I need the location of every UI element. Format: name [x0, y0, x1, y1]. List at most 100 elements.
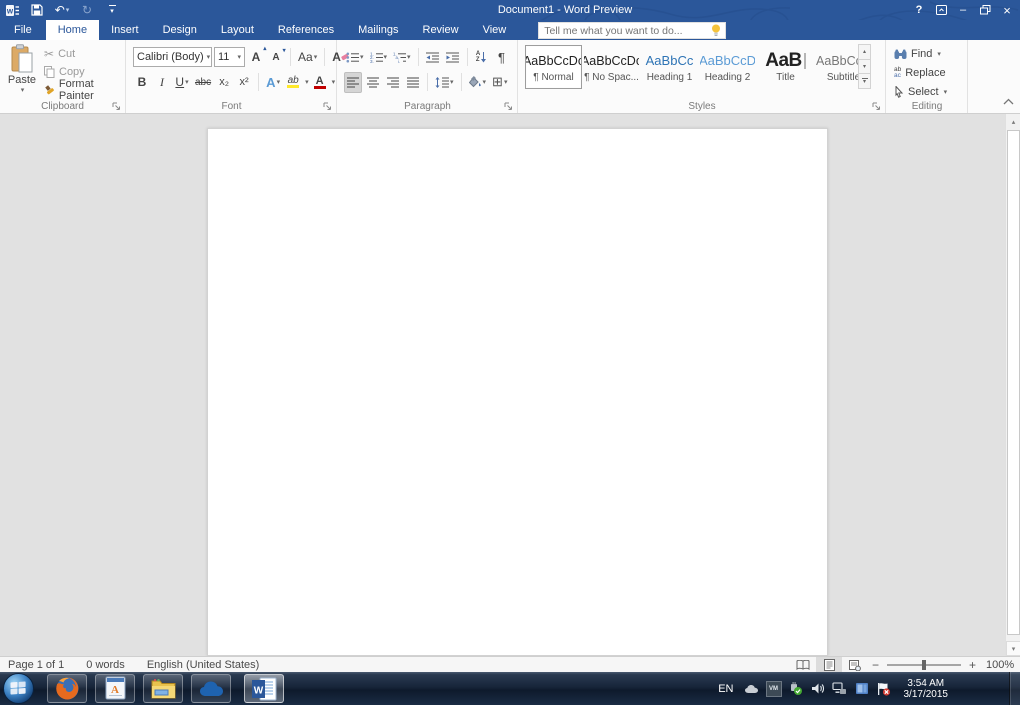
tray-network-icon[interactable]	[832, 681, 848, 697]
numbering-caret[interactable]: ▾	[384, 53, 388, 61]
multilevel-caret[interactable]: ▾	[407, 53, 411, 61]
zoom-slider-handle[interactable]	[922, 660, 926, 670]
minimize-button[interactable]: –	[952, 1, 974, 19]
sort-button[interactable]: AZ	[473, 47, 491, 68]
tray-vm-icon[interactable]: VM	[766, 681, 782, 697]
bullets-button[interactable]: ▾	[344, 47, 366, 68]
word-count[interactable]: 0 words	[86, 659, 125, 671]
tray-volume-icon[interactable]	[810, 681, 826, 697]
tray-onedrive-icon[interactable]	[744, 681, 760, 697]
replace-button[interactable]: abac Replace	[894, 64, 947, 82]
font-dialog-launcher[interactable]	[322, 101, 332, 111]
find-button[interactable]: Find ▾	[894, 45, 947, 63]
align-center-button[interactable]	[364, 72, 382, 93]
save-icon[interactable]	[29, 1, 45, 19]
subscript-button[interactable]: x₂	[215, 72, 233, 93]
superscript-button[interactable]: x²	[235, 72, 253, 93]
bold-button[interactable]: B	[133, 72, 151, 93]
taskbar-word-button[interactable]: W	[244, 674, 284, 703]
restore-button[interactable]	[974, 1, 996, 19]
print-layout-button[interactable]	[816, 657, 842, 672]
show-desktop-button[interactable]	[1009, 672, 1020, 705]
gallery-scroll-down-button[interactable]: ▾	[858, 59, 871, 75]
cut-button[interactable]: ✂ Cut	[44, 45, 125, 62]
highlight-color-button[interactable]: ab	[284, 72, 302, 93]
select-button[interactable]: Select ▾	[894, 83, 947, 101]
tray-safely-remove-hardware-icon[interactable]	[788, 681, 804, 697]
tell-me-input[interactable]	[539, 25, 711, 37]
find-caret[interactable]: ▾	[937, 50, 941, 58]
start-button[interactable]	[3, 673, 34, 704]
web-layout-button[interactable]	[842, 657, 868, 672]
scrollbar-thumb[interactable]	[1007, 130, 1020, 635]
zoom-in-button[interactable]: +	[969, 658, 976, 672]
collapse-ribbon-button[interactable]	[1003, 92, 1014, 110]
vertical-scrollbar[interactable]: ▴ ▾	[1005, 114, 1020, 656]
tab-design[interactable]: Design	[151, 20, 209, 40]
italic-button[interactable]: I	[153, 72, 171, 93]
font-size-combobox[interactable]: 11▾	[214, 47, 245, 67]
page-indicator[interactable]: Page 1 of 1	[8, 659, 64, 671]
taskbar-firefox-button[interactable]	[47, 674, 87, 703]
style-heading2[interactable]: AaBbCcD Heading 2	[699, 45, 756, 89]
select-caret[interactable]: ▾	[944, 88, 948, 96]
document-area[interactable]	[0, 114, 1005, 656]
numbering-button[interactable]: 1.2.3.▾	[368, 47, 390, 68]
taskbar-document-viewer-button[interactable]: A	[95, 674, 135, 703]
language-indicator[interactable]: English (United States)	[147, 659, 260, 671]
line-spacing-caret[interactable]: ▾	[450, 78, 454, 86]
underline-caret[interactable]: ▾	[185, 78, 189, 86]
document-page[interactable]	[207, 128, 828, 656]
underline-button[interactable]: U▾	[173, 72, 191, 93]
borders-button[interactable]: ⊞▾	[490, 72, 509, 93]
tray-action-center-icon[interactable]	[876, 681, 892, 697]
style-title[interactable]: AaB Title	[757, 45, 814, 89]
style-heading1[interactable]: AaBbCc Heading 1	[641, 45, 698, 89]
change-case-button[interactable]: Aa▾	[296, 47, 319, 68]
paragraph-dialog-launcher[interactable]	[503, 101, 513, 111]
taskbar-onedrive-button[interactable]	[191, 674, 231, 703]
highlight-caret[interactable]: ▾	[305, 78, 309, 86]
grow-font-button[interactable]: A	[247, 47, 265, 68]
tell-me-box[interactable]	[538, 22, 726, 39]
read-mode-button[interactable]	[790, 657, 816, 672]
paste-dropdown-caret[interactable]: ▾	[21, 86, 25, 94]
styles-dialog-launcher[interactable]	[871, 101, 881, 111]
font-name-combobox[interactable]: Calibri (Body)▾	[133, 47, 212, 67]
tab-view[interactable]: View	[471, 20, 519, 40]
taskbar-explorer-button[interactable]	[143, 674, 183, 703]
tray-language[interactable]: EN	[718, 683, 737, 695]
tab-references[interactable]: References	[266, 20, 346, 40]
increase-indent-button[interactable]	[444, 47, 462, 68]
scroll-down-button[interactable]: ▾	[1006, 641, 1020, 656]
taskbar-clock[interactable]: 3:54 AM 3/17/2015	[898, 678, 949, 700]
clipboard-dialog-launcher[interactable]	[111, 101, 121, 111]
text-effects-button[interactable]: A▾	[264, 72, 282, 93]
shading-button[interactable]: ▾	[467, 72, 489, 93]
help-button[interactable]: ?	[908, 1, 930, 19]
scroll-up-button[interactable]: ▴	[1006, 114, 1020, 129]
tab-mailings[interactable]: Mailings	[346, 20, 410, 40]
justify-button[interactable]	[404, 72, 422, 93]
tab-review[interactable]: Review	[411, 20, 471, 40]
align-left-button[interactable]	[344, 72, 362, 93]
paste-button[interactable]: Paste ▾	[4, 44, 40, 108]
shading-caret[interactable]: ▾	[483, 78, 487, 86]
tab-insert[interactable]: Insert	[99, 20, 151, 40]
style-no-spacing[interactable]: AaBbCcDc ¶ No Spac...	[583, 45, 640, 89]
ribbon-display-options-button[interactable]	[930, 1, 952, 19]
shrink-font-button[interactable]: A	[267, 47, 285, 68]
font-color-caret[interactable]: ▾	[332, 78, 336, 86]
line-spacing-button[interactable]: ▾	[433, 72, 456, 93]
decrease-indent-button[interactable]	[424, 47, 442, 68]
borders-caret[interactable]: ▾	[504, 78, 508, 86]
strikethrough-button[interactable]: abc	[193, 72, 213, 93]
customize-qat-button[interactable]: ▾	[104, 1, 120, 19]
undo-button[interactable]: ↶▾	[54, 1, 70, 19]
font-color-button[interactable]: A	[311, 72, 329, 93]
style-normal[interactable]: AaBbCcDc ¶ Normal	[525, 45, 582, 89]
format-painter-button[interactable]: Format Painter	[44, 81, 125, 98]
undo-dropdown-caret[interactable]: ▾	[66, 6, 70, 14]
tab-file[interactable]: File	[0, 20, 46, 40]
multilevel-list-button[interactable]: 1.a.i.▾	[391, 47, 413, 68]
